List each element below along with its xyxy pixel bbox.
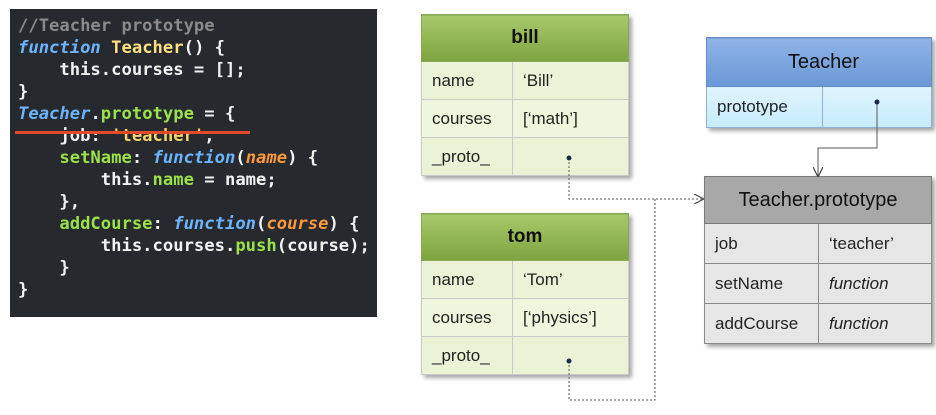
teacher-prototype-dot	[874, 99, 880, 105]
teacher-prototype-link	[818, 102, 878, 176]
bill-proto-link	[568, 158, 703, 199]
pointer-connectors	[566, 99, 880, 401]
bill-proto-dot	[566, 155, 572, 161]
tom-proto-dot	[566, 358, 572, 364]
tom-proto-link	[568, 199, 656, 401]
